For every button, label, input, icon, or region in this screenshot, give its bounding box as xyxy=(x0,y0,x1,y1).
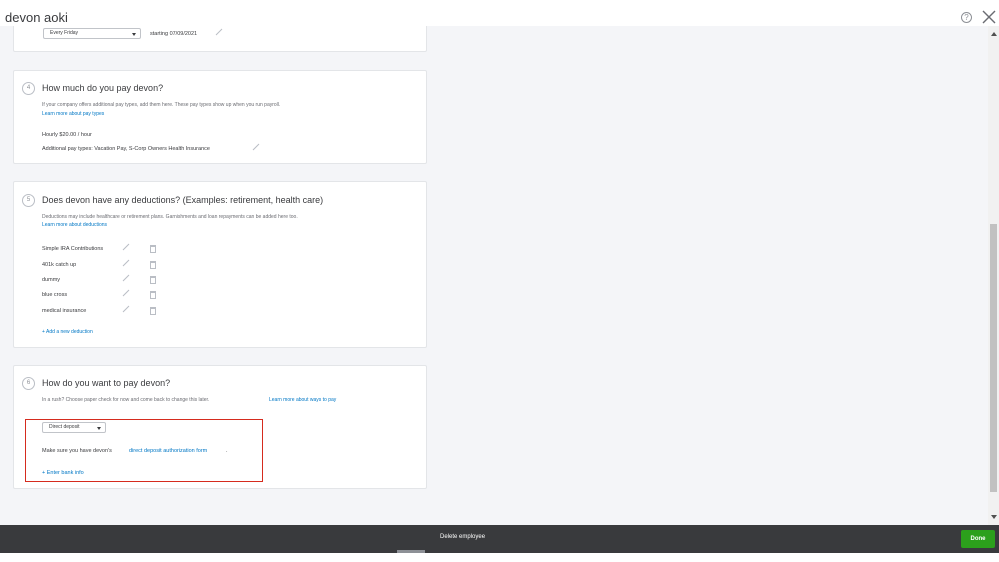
step-number: 4 xyxy=(22,82,35,95)
deduction-name: Simple IRA Contributions xyxy=(42,246,104,252)
close-icon[interactable] xyxy=(982,10,996,24)
ways-to-pay-link[interactable]: Learn more about ways to pay xyxy=(269,397,336,403)
chevron-down-icon xyxy=(132,33,136,36)
step-number: 5 xyxy=(22,194,35,207)
payment-method-heading: How do you want to pay devon? xyxy=(42,378,171,388)
scroll-up-icon[interactable] xyxy=(991,32,997,36)
pencil-icon[interactable] xyxy=(122,305,130,313)
pencil-icon[interactable] xyxy=(215,28,223,36)
help-icon[interactable]: ? xyxy=(961,12,972,23)
scrollbar-thumb[interactable] xyxy=(990,224,997,492)
deductions-heading: Does devon have any deductions? (Example… xyxy=(42,195,324,205)
title-bar: devon aoki ? xyxy=(0,0,999,26)
pencil-icon[interactable] xyxy=(122,274,130,282)
deductions-description: Deductions may include healthcare or ret… xyxy=(42,214,298,220)
additional-pay-types: Additional pay types: Vacation Pay, S-Co… xyxy=(42,146,210,152)
schedule-start-date: starting 07/09/2021 xyxy=(150,31,198,37)
bottom-strip xyxy=(0,553,999,562)
pencil-icon[interactable] xyxy=(252,143,260,151)
deduction-name: 401k catch up xyxy=(42,262,77,268)
step-number: 6 xyxy=(22,377,35,390)
add-deduction-link[interactable]: + Add a new deduction xyxy=(42,329,93,335)
deduction-name: blue cross xyxy=(42,292,68,298)
hourly-rate: Hourly $20.00 / hour xyxy=(42,132,92,138)
pay-types-link[interactable]: Learn more about pay types xyxy=(42,111,104,117)
deductions-learn-link[interactable]: Learn more about deductions xyxy=(42,222,107,228)
pencil-icon[interactable] xyxy=(122,259,130,267)
scroll-down-icon[interactable] xyxy=(991,515,997,519)
pay-schedule-card: Every Friday starting 07/09/2021 xyxy=(13,26,427,52)
deduction-name: medical insurance xyxy=(42,308,87,314)
highlight-box xyxy=(25,419,263,482)
window-title: devon aoki xyxy=(5,10,68,25)
pencil-icon[interactable] xyxy=(122,243,130,251)
trash-icon[interactable] xyxy=(150,307,156,315)
pay-rate-description: If your company offers additional pay ty… xyxy=(42,102,281,108)
pay-rate-heading: How much do you pay devon? xyxy=(42,83,164,93)
trash-icon[interactable] xyxy=(150,245,156,253)
done-button[interactable]: Done xyxy=(961,530,995,548)
pencil-icon[interactable] xyxy=(122,289,130,297)
pay-frequency-value: Every Friday xyxy=(50,30,79,36)
footer-bar: Delete employee Done xyxy=(0,525,999,553)
delete-employee-button[interactable]: Delete employee xyxy=(440,534,485,540)
deduction-name: dummy xyxy=(42,277,61,283)
trash-icon[interactable] xyxy=(150,291,156,299)
trash-icon[interactable] xyxy=(150,276,156,284)
trash-icon[interactable] xyxy=(150,261,156,269)
payment-method-hint: In a rush? Choose paper check for now an… xyxy=(42,397,210,403)
pay-rate-card: 4 How much do you pay devon? If your com… xyxy=(13,70,427,164)
deductions-card: 5 Does devon have any deductions? (Examp… xyxy=(13,181,427,348)
pay-frequency-select[interactable]: Every Friday xyxy=(43,28,141,39)
